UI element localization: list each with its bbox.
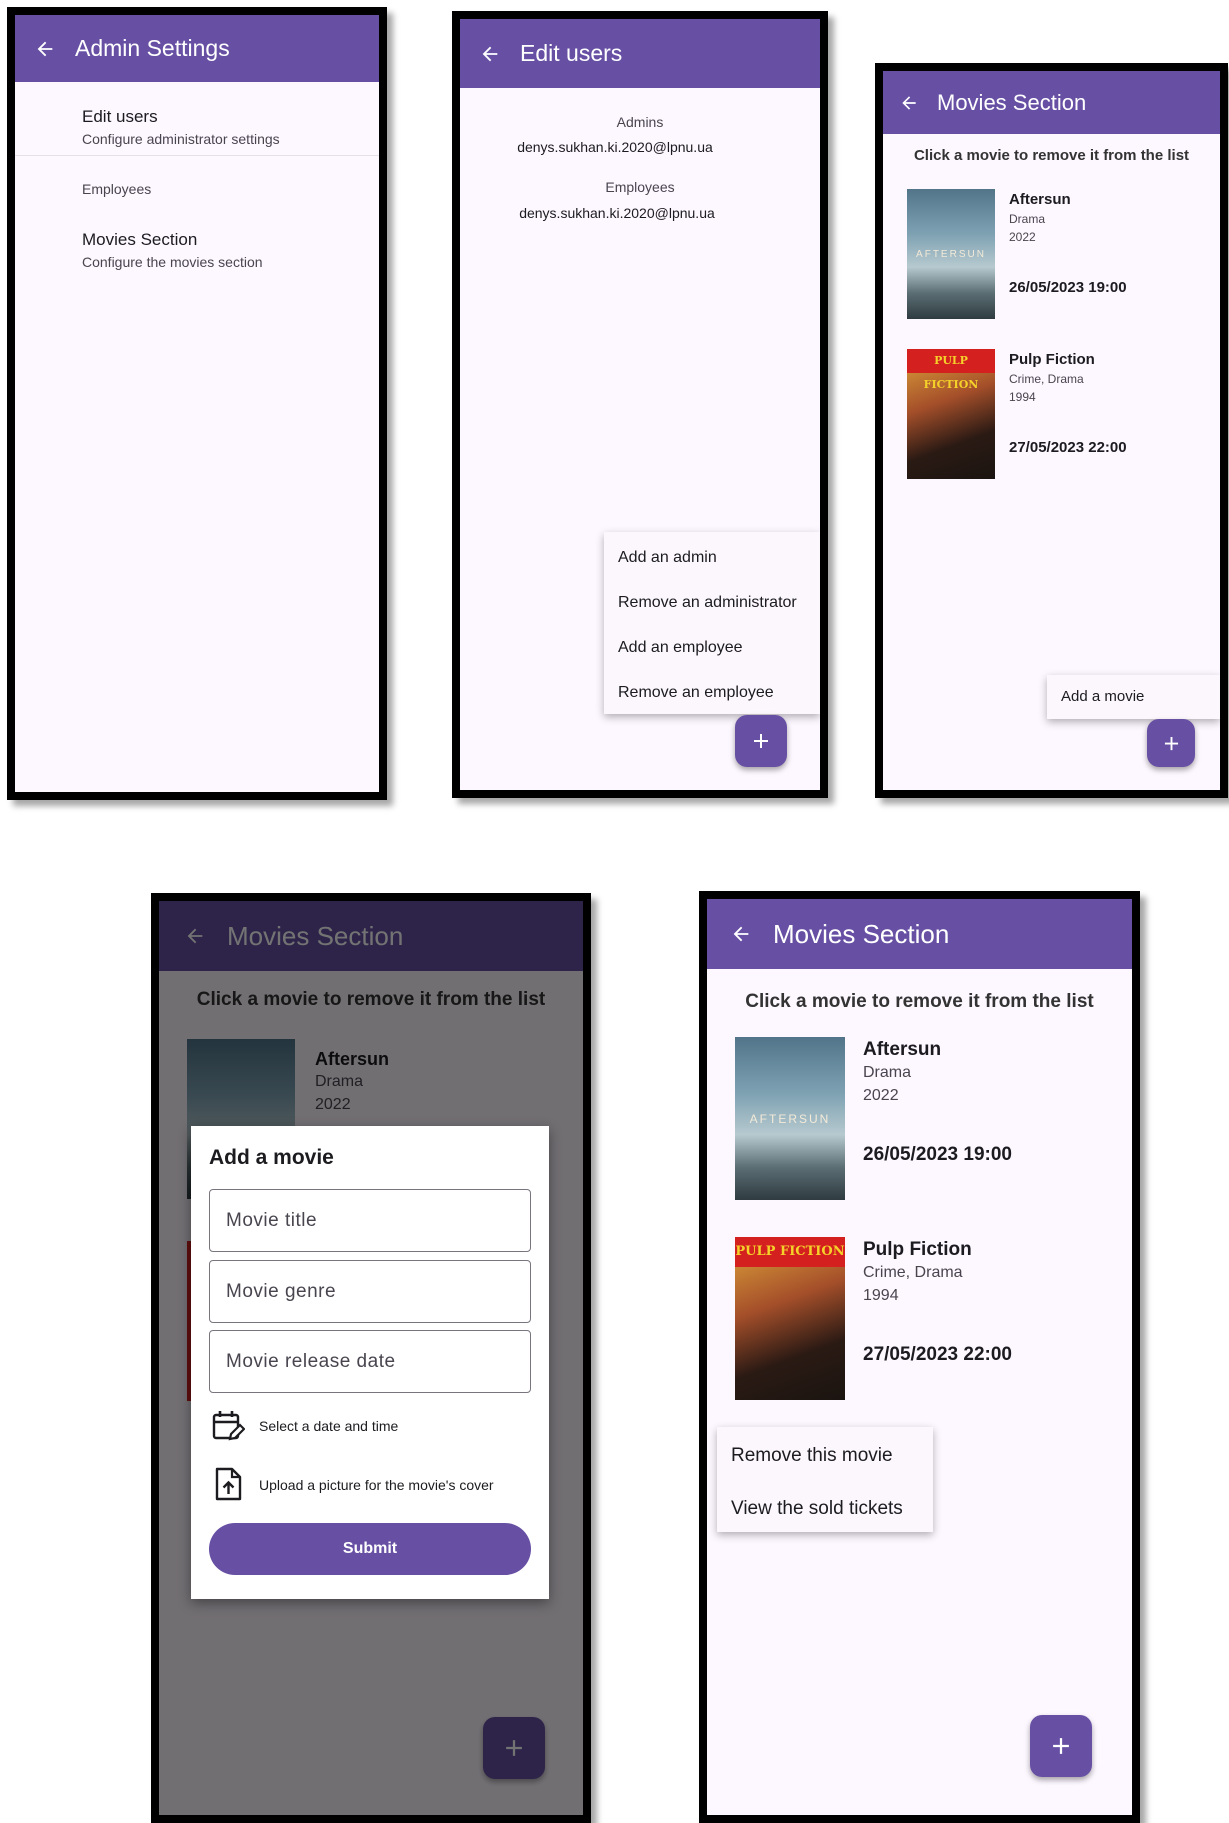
menu-item-remove-movie[interactable]: Remove this movie	[731, 1445, 893, 1467]
submit-button[interactable]: Submit	[209, 1523, 531, 1575]
aftersun-poster: AFTERSUN	[907, 189, 995, 319]
add-movie-dialog: Add a movie Select a date and time Uploa…	[191, 1126, 549, 1599]
back-button[interactable]	[476, 40, 504, 68]
section-header-employees: Employees	[82, 181, 152, 197]
add-fab-button[interactable]	[735, 715, 787, 767]
add-fab-button[interactable]	[1030, 1715, 1092, 1777]
movies-section-screen: Movies Section Click a movie to remove i…	[875, 63, 1228, 798]
movie-genre: Crime, Drama	[863, 1264, 963, 1281]
movie-genre: Drama	[863, 1064, 912, 1081]
pulp-fiction-poster: PULP FICTION	[907, 349, 995, 479]
movie-item-aftersun[interactable]: AFTERSUN Aftersun Drama 2022 26/05/2023 …	[707, 1029, 1132, 1204]
app-bar: Admin Settings	[15, 15, 379, 82]
movie-title: Pulp Fiction	[1009, 351, 1095, 368]
admin-email[interactable]: denys.sukhan.ki.2020@lpnu.ua	[460, 139, 820, 155]
arrow-back-icon	[733, 926, 749, 942]
list-item-subtitle: Configure the movies section	[82, 254, 263, 270]
users-popup-menu: Add an admin Remove an administrator Add…	[604, 532, 820, 714]
app-bar-title: Movies Section	[773, 918, 950, 949]
list-item-title: Edit users	[82, 107, 158, 126]
movie-release-date-input[interactable]	[209, 1330, 531, 1393]
list-item-movies-section[interactable]: Movies Section Configure the movies sect…	[15, 215, 379, 277]
movie-genre: Crime, Drama	[1009, 372, 1084, 386]
app-bar: Edit users	[460, 19, 820, 88]
arrow-back-icon	[902, 95, 916, 110]
menu-item-view-sold-tickets[interactable]: View the sold tickets	[731, 1498, 903, 1520]
poster-text: AFTERSUN	[916, 249, 986, 260]
movie-showtime: 27/05/2023 22:00	[863, 1344, 1012, 1365]
employee-email[interactable]: denys.sukhan.ki.2020@lpnu.ua	[460, 205, 820, 221]
movie-title: Pulp Fiction	[863, 1239, 972, 1260]
upload-picture-label: Upload a picture for the movie's cover	[259, 1477, 494, 1493]
aftersun-poster: AFTERSUN	[735, 1037, 845, 1200]
movie-showtime: 26/05/2023 19:00	[863, 1144, 1012, 1165]
divider	[15, 155, 379, 156]
movies-hint: Click a movie to remove it from the list	[913, 147, 1190, 164]
movie-item-pulp-fiction[interactable]: PULP FICTION Pulp Fiction Crime, Drama 1…	[707, 1229, 1132, 1404]
employees-label: Employees	[605, 179, 675, 195]
back-button[interactable]	[727, 920, 755, 948]
add-fab-button[interactable]	[1147, 719, 1195, 767]
plus-icon	[754, 734, 768, 748]
movies-hint: Click a movie to remove it from the list	[745, 991, 1094, 1012]
upload-picture-row[interactable]: Upload a picture for the movie's cover	[209, 1466, 531, 1506]
arrow-back-icon	[37, 41, 53, 56]
add-movie-dialog-screen: Movies Section Click a movie to remove i…	[151, 893, 591, 1823]
movie-year: 1994	[863, 1287, 899, 1304]
menu-item-add-employee[interactable]: Add an employee	[618, 639, 743, 657]
menu-item-remove-employee[interactable]: Remove an employee	[618, 684, 774, 702]
movie-context-menu: Remove this movie View the sold tickets	[717, 1427, 933, 1532]
movie-year: 2022	[1009, 230, 1036, 244]
movie-item-aftersun[interactable]: AFTERSUN Aftersun Drama 2022 26/05/2023 …	[883, 181, 1220, 319]
plus-icon	[1053, 1738, 1069, 1754]
calendar-edit-icon	[212, 1411, 245, 1441]
list-item-title: Movies Section	[82, 230, 198, 249]
movie-genre: Drama	[1009, 212, 1046, 226]
movie-title: Aftersun	[863, 1039, 942, 1060]
menu-item-remove-admin[interactable]: Remove an administrator	[618, 594, 797, 612]
app-bar-title: Admin Settings	[75, 35, 230, 61]
movie-title-input[interactable]	[209, 1189, 531, 1252]
menu-item-add-admin[interactable]: Add an admin	[618, 549, 717, 567]
edit-users-screen: Edit users Admins denys.sukhan.ki.2020@l…	[452, 11, 828, 798]
movie-genre-input[interactable]	[209, 1260, 531, 1323]
movie-item-pulp-fiction[interactable]: PULP FICTION Pulp Fiction Crime, Drama 1…	[883, 341, 1220, 479]
admins-label: Admins	[616, 114, 664, 130]
plus-icon	[1164, 736, 1178, 750]
app-bar: Movies Section	[883, 71, 1220, 134]
select-date-row[interactable]: Select a date and time	[209, 1407, 531, 1447]
movie-showtime: 27/05/2023 22:00	[1009, 439, 1127, 456]
list-item-edit-users[interactable]: Edit users Configure administrator setti…	[15, 90, 379, 152]
poster-text: PULP FICTION	[907, 349, 995, 391]
pulp-fiction-poster: PULP FICTION	[735, 1237, 845, 1400]
app-bar-title: Movies Section	[937, 89, 1087, 115]
list-item-subtitle: Configure administrator settings	[82, 131, 280, 147]
select-date-label: Select a date and time	[259, 1418, 399, 1434]
movie-year: 1994	[1009, 390, 1036, 404]
poster-text: PULP FICTION	[735, 1237, 845, 1267]
menu-item-add-movie[interactable]: Add a movie	[1061, 688, 1144, 705]
dialog-title: Add a movie	[209, 1146, 334, 1169]
movie-title: Aftersun	[1009, 191, 1071, 208]
app-bar-title: Edit users	[520, 40, 623, 66]
back-button[interactable]	[31, 35, 59, 63]
arrow-back-icon	[482, 46, 498, 61]
movie-showtime: 26/05/2023 19:00	[1009, 279, 1127, 296]
movie-year: 2022	[863, 1087, 899, 1104]
add-movie-popup-menu: Add a movie	[1047, 675, 1220, 719]
poster-text: AFTERSUN	[749, 1112, 831, 1126]
movies-context-menu-screen: Movies Section Click a movie to remove i…	[699, 891, 1140, 1823]
admin-settings-screen: Admin Settings Edit users Configure admi…	[7, 7, 387, 800]
back-button[interactable]	[895, 89, 923, 117]
file-upload-icon	[215, 1467, 242, 1501]
app-bar: Movies Section	[707, 899, 1132, 969]
